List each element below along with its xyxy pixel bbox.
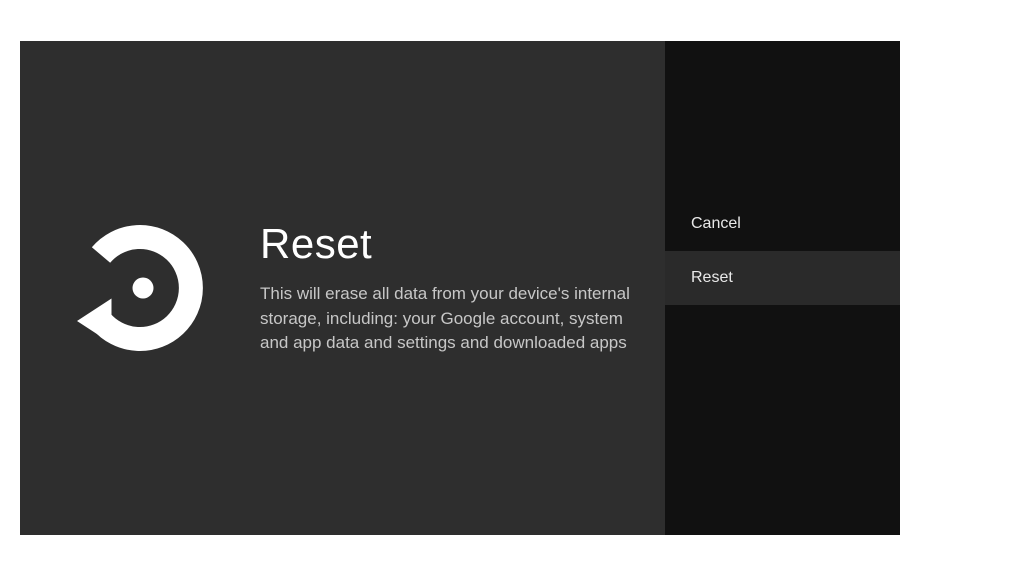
content-text: Reset This will erase all data from your… (260, 220, 630, 356)
side-pane: Cancel Reset (665, 41, 900, 535)
content-pane: Reset This will erase all data from your… (20, 41, 665, 535)
option-label: Cancel (691, 215, 741, 233)
restore-icon (65, 213, 215, 363)
option-cancel[interactable]: Cancel (665, 197, 900, 251)
page-title: Reset (260, 220, 630, 268)
device-screen: Reset This will erase all data from your… (20, 41, 900, 535)
option-label: Reset (691, 269, 733, 287)
page-description: This will erase all data from your devic… (260, 282, 630, 356)
outer-frame: Reset This will erase all data from your… (0, 0, 1024, 576)
option-reset[interactable]: Reset (665, 251, 900, 305)
